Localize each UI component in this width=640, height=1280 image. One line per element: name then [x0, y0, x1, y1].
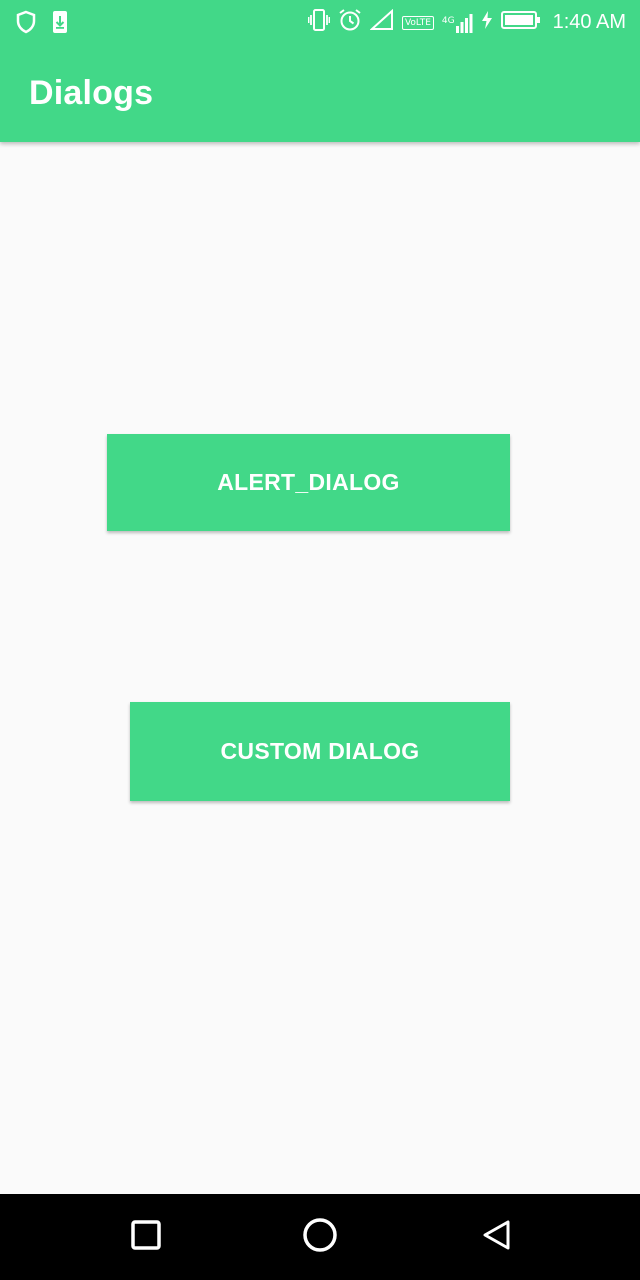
home-icon: [302, 1217, 338, 1258]
shield-icon: [16, 10, 36, 39]
back-button[interactable]: [454, 1194, 540, 1280]
charging-icon: [481, 10, 493, 35]
cell-signal-icon: 4G: [442, 12, 473, 34]
vibrate-icon: [307, 8, 331, 37]
battery-icon: [500, 10, 541, 35]
alert-dialog-button[interactable]: ALERT_DIALOG: [107, 434, 510, 531]
alarm-icon: [338, 8, 362, 37]
download-icon: [52, 10, 68, 39]
home-button[interactable]: [277, 1194, 363, 1280]
custom-dialog-button[interactable]: CUSTOM DIALOG: [130, 702, 510, 801]
recents-icon: [130, 1219, 162, 1256]
status-bar: VoLTE 4G 1:40 AM: [0, 0, 640, 48]
clock-time: 1:40 AM: [552, 11, 626, 33]
page-title: Dialogs: [29, 74, 154, 112]
signal-empty-icon: [369, 8, 394, 36]
app-bar: VoLTE 4G 1:40 AM Dialogs: [0, 0, 640, 142]
back-icon: [481, 1219, 513, 1256]
network-type-label: 4G: [441, 15, 455, 26]
volte-icon: VoLTE: [401, 15, 434, 30]
navigation-bar: [0, 1194, 640, 1280]
recents-button[interactable]: [103, 1194, 189, 1280]
